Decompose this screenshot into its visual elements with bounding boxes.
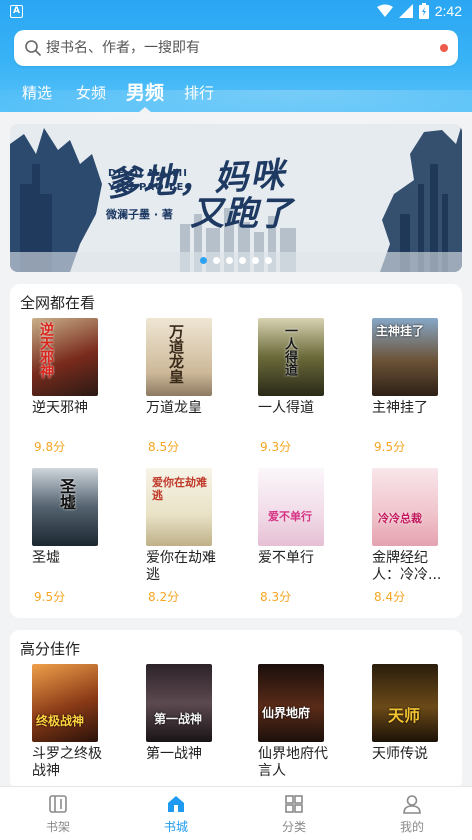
clock: 2:42 xyxy=(434,3,462,19)
book-title: 金牌经纪人：冷冷... xyxy=(372,550,442,583)
book-cover[interactable]: 爱你在劫难逃 xyxy=(146,468,212,546)
tab-featured[interactable]: 精选 xyxy=(22,82,52,103)
active-tab-indicator xyxy=(138,107,152,113)
book-card[interactable]: 逆天邪神 逆天邪神 xyxy=(32,318,132,417)
book-title: 主神挂了 xyxy=(372,400,428,416)
nav-profile[interactable]: 我的 xyxy=(382,793,442,835)
nav-label: 书架 xyxy=(45,820,70,834)
book-cover[interactable]: 仙界地府 xyxy=(258,664,324,742)
book-cover-title: 天师 xyxy=(388,706,421,725)
book-cover-title: 爱你在劫难逃 xyxy=(152,476,207,502)
book-score: 9.8分 xyxy=(34,440,66,454)
book-cover[interactable]: 冷冷总裁 xyxy=(372,468,438,546)
nav-label: 我的 xyxy=(399,820,424,834)
nav-bookstore[interactable]: 书城 xyxy=(146,793,206,835)
carousel-dot[interactable] xyxy=(226,257,233,264)
section-title: 全网都在看 xyxy=(20,294,96,312)
book-cover[interactable]: 终极战神 xyxy=(32,664,98,742)
book-score: 8.3分 xyxy=(260,590,292,604)
book-cover[interactable]: 万道龙皇 xyxy=(146,318,212,396)
book-title: 天师传说 xyxy=(372,746,428,762)
book-score: 8.5分 xyxy=(148,440,180,454)
book-card[interactable]: 仙界地府 仙界地府代言人 xyxy=(258,664,358,780)
tab-ranking[interactable]: 排行 xyxy=(184,82,214,103)
section-title: 高分佳作 xyxy=(20,640,81,658)
book-score: 9.5分 xyxy=(374,440,406,454)
tab-female[interactable]: 女频 xyxy=(76,82,106,103)
tab-male[interactable]: 男频 xyxy=(126,78,164,105)
book-card[interactable]: 爱你在劫难逃 爱你在劫难逃 xyxy=(146,468,246,584)
book-cover-title: 第一战神 xyxy=(154,712,203,726)
search-input[interactable] xyxy=(46,40,426,56)
section-top-rated: 高分佳作 终极战神 斗罗之终极战神 第一战神 第一战神 仙界地府 仙界地府代言人… xyxy=(10,630,462,790)
book-card[interactable]: 主神挂了 主神挂了 xyxy=(372,318,472,417)
carousel-dot[interactable] xyxy=(213,257,220,264)
carousel-dot[interactable] xyxy=(252,257,259,264)
bookstore-icon xyxy=(168,796,184,812)
bookshelf-icon xyxy=(49,795,67,813)
book-cover-title: 一人得道 xyxy=(282,324,297,376)
battery-icon xyxy=(418,3,429,19)
book-cover[interactable]: 天师 xyxy=(372,664,438,742)
book-title: 斗罗之终极战神 xyxy=(32,746,102,779)
nav-label: 分类 xyxy=(281,820,306,834)
book-cover-title: 万道龙皇 xyxy=(167,324,185,384)
book-cover-title: 仙界地府 xyxy=(262,706,311,720)
book-title: 仙界地府代言人 xyxy=(258,746,328,779)
book-cover[interactable]: 一人得道 xyxy=(258,318,324,396)
notification-dot xyxy=(440,44,448,52)
book-cover-title: 主神挂了 xyxy=(376,324,425,338)
carousel-dot[interactable] xyxy=(265,257,272,264)
wifi-icon xyxy=(376,4,393,17)
book-cover[interactable]: 逆天邪神 xyxy=(32,318,98,396)
section-trending: 全网都在看 逆天邪神 逆天邪神 9.8分 万道龙皇 万道龙皇 8.5分 一人得道… xyxy=(10,284,462,618)
app-notification-icon: A xyxy=(10,5,23,18)
book-title: 万道龙皇 xyxy=(146,400,202,416)
book-cover-title: 冷冷总裁 xyxy=(378,512,422,525)
book-cover[interactable]: 爱不单行 xyxy=(258,468,324,546)
carousel-dots xyxy=(10,257,462,264)
book-title: 第一战神 xyxy=(146,746,202,762)
carousel-dot[interactable] xyxy=(239,257,246,264)
book-score: 9.5分 xyxy=(34,590,66,604)
book-card[interactable]: 第一战神 第一战神 xyxy=(146,664,246,763)
book-card[interactable]: 天师 天师传说 xyxy=(372,664,472,763)
book-cover-title: 圣墟 xyxy=(57,478,76,510)
banner-author: 微澜子墨 · 著 xyxy=(106,208,173,221)
book-card[interactable]: 爱不单行 爱不单行 xyxy=(258,468,358,567)
profile-icon xyxy=(403,795,421,814)
book-cover-title: 终极战神 xyxy=(36,714,85,728)
book-title: 逆天邪神 xyxy=(32,400,88,416)
book-title: 一人得道 xyxy=(258,400,314,416)
nav-bookshelf[interactable]: 书架 xyxy=(28,793,88,835)
category-icon xyxy=(285,795,303,813)
status-bar: A 2:42 xyxy=(0,0,472,24)
signal-icon xyxy=(398,4,413,18)
book-title: 爱不单行 xyxy=(258,550,314,566)
search-bar[interactable] xyxy=(14,30,458,66)
book-cover[interactable]: 圣墟 xyxy=(32,468,98,546)
book-score: 8.2分 xyxy=(148,590,180,604)
carousel-dot[interactable] xyxy=(200,257,207,264)
book-title: 爱你在劫难逃 xyxy=(146,550,216,583)
book-title: 圣墟 xyxy=(32,550,60,566)
book-cover[interactable]: 第一战神 xyxy=(146,664,212,742)
book-cover[interactable]: 主神挂了 xyxy=(372,318,438,396)
book-cover-title: 爱不单行 xyxy=(268,510,312,523)
banner-title-line2: 又跑了 xyxy=(190,194,292,234)
channel-tabs: 精选 女频 男频 排行 xyxy=(0,74,472,113)
book-score: 9.3分 xyxy=(260,440,292,454)
book-card[interactable]: 万道龙皇 万道龙皇 xyxy=(146,318,246,417)
book-card[interactable]: 冷冷总裁 金牌经纪人：冷冷... xyxy=(372,468,472,584)
book-cover-title: 逆天邪神 xyxy=(38,322,54,378)
search-icon xyxy=(25,40,41,56)
book-card[interactable]: 终极战神 斗罗之终极战神 xyxy=(32,664,132,780)
nav-category[interactable]: 分类 xyxy=(264,793,324,835)
book-card[interactable]: 圣墟 圣墟 xyxy=(32,468,132,567)
nav-label: 书城 xyxy=(163,820,188,834)
book-score: 8.4分 xyxy=(374,590,406,604)
promo-banner[interactable]: DE DI MA MI YOU PAO LE 爹地，妈咪 又跑了 微澜子墨 · … xyxy=(10,124,462,272)
book-card[interactable]: 一人得道 一人得道 xyxy=(258,318,358,417)
bottom-navigation: 书架 书城 分类 我的 xyxy=(0,786,472,840)
